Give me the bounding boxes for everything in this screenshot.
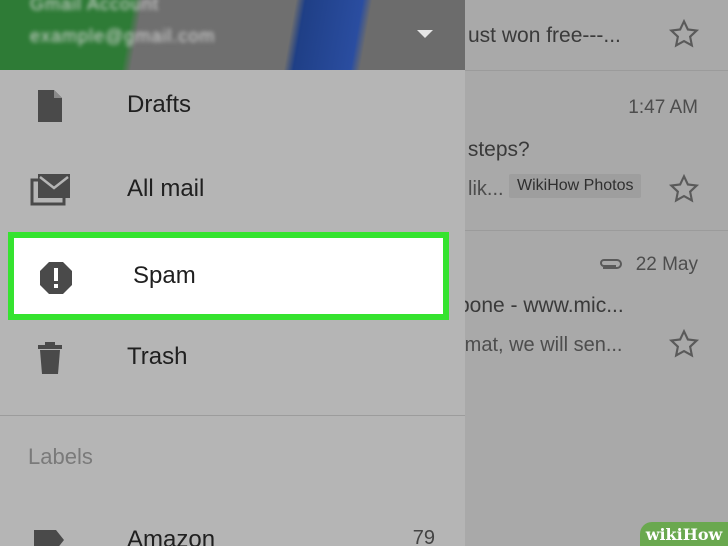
nav-item-all-mail[interactable]: All mail <box>0 148 465 232</box>
email-time: 22 May <box>635 254 698 275</box>
star-icon[interactable] <box>668 173 700 205</box>
nav-item-label: Drafts <box>127 91 192 118</box>
label-item-amazon[interactable]: Amazon <box>127 526 215 546</box>
label-count: 79 <box>412 527 435 546</box>
attachment-icon <box>600 259 622 269</box>
star-icon[interactable] <box>668 18 700 50</box>
star-icon[interactable] <box>668 328 700 360</box>
account-email: example@gmail.com <box>30 26 216 46</box>
nav-item-drafts[interactable]: Drafts <box>0 64 465 148</box>
section-divider <box>0 415 465 416</box>
email-subject[interactable]: ' steps? <box>458 138 530 162</box>
trash-icon <box>38 342 62 374</box>
account-header[interactable]: Gmail Account example@gmail.com <box>0 0 465 70</box>
email-preview[interactable]: rmat, we will sen... <box>458 334 622 357</box>
email-subject[interactable]: pone - www.mic... <box>458 294 624 318</box>
row-divider <box>465 230 728 231</box>
email-time: 1:47 AM <box>628 97 698 118</box>
labels-section-title: Labels <box>28 444 93 469</box>
label-chip: WikiHow Photos <box>509 174 642 198</box>
account-name: Gmail Account <box>30 0 160 14</box>
wikihow-watermark: wikiHow <box>640 522 728 546</box>
nav-item-label: Spam <box>133 262 196 289</box>
caret-down-icon[interactable] <box>417 30 433 38</box>
draft-icon <box>38 90 62 122</box>
nav-item-label: All mail <box>127 175 205 202</box>
nav-item-trash[interactable]: Trash <box>0 316 465 400</box>
spam-icon <box>40 262 72 294</box>
row-divider <box>465 70 728 71</box>
navigation-drawer: Gmail Account example@gmail.com Drafts A… <box>0 0 465 546</box>
nav-item-spam[interactable]: Spam <box>8 232 449 320</box>
nav-item-label: Trash <box>127 343 188 370</box>
tag-icon <box>34 530 64 546</box>
email-preview[interactable]: lik... <box>468 178 504 201</box>
all-mail-icon <box>30 174 70 206</box>
email-snippet[interactable]: ust won free---... <box>468 24 621 48</box>
